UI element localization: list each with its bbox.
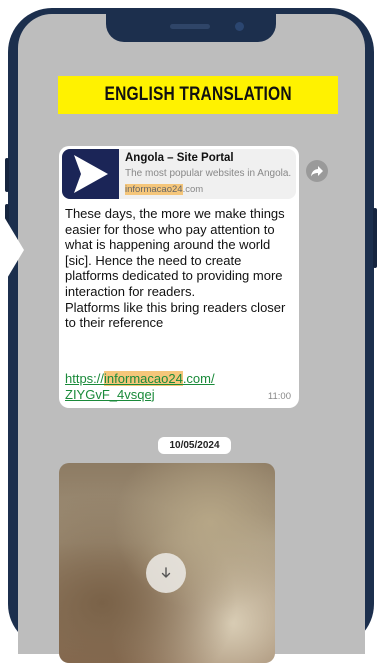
date-separator: 10/05/2024 — [158, 437, 231, 454]
message-paragraph: Platforms like this bring readers closer… — [65, 299, 286, 331]
link-preview-domain: informacao24.com — [125, 184, 203, 195]
link-preview-description: The most popular websites in Angola. — [125, 168, 292, 179]
volume-up-button — [5, 158, 9, 192]
notch — [106, 14, 276, 42]
power-button — [373, 208, 377, 268]
speaker-grille — [170, 24, 210, 29]
link-path[interactable]: ZIYGvF_4vsqej — [65, 387, 155, 402]
download-button[interactable] — [146, 553, 186, 593]
message-text: These days, the more we make things easi… — [65, 206, 295, 331]
message-bubble[interactable]: Angola – Site Portal The most popular we… — [59, 146, 299, 408]
domain-highlight: informacao24 — [125, 184, 183, 195]
download-icon — [161, 567, 171, 578]
link-preview[interactable]: Angola – Site Portal The most popular we… — [62, 149, 296, 199]
forward-icon — [311, 166, 323, 177]
message-link[interactable]: https://informacao24.com/ZIYGvF_4vsqej — [65, 371, 265, 402]
domain-rest: .com — [182, 184, 204, 195]
link-highlight[interactable]: informacao24 — [104, 371, 183, 386]
translation-banner: ENGLISH TRANSLATION — [58, 76, 338, 114]
link-suffix[interactable]: .com/ — [183, 371, 215, 386]
banner-title: ENGLISH TRANSLATION — [104, 84, 292, 105]
message-time: 11:00 — [267, 391, 291, 402]
page-pointer — [0, 210, 24, 290]
link-prefix[interactable]: https:// — [65, 371, 104, 386]
link-preview-thumbnail — [62, 149, 119, 199]
link-preview-title: Angola – Site Portal — [125, 152, 234, 164]
front-camera — [235, 22, 244, 31]
play-logo-icon — [74, 155, 108, 193]
forward-button[interactable] — [306, 160, 328, 182]
message-paragraph: These days, the more we make things easi… — [65, 206, 285, 299]
